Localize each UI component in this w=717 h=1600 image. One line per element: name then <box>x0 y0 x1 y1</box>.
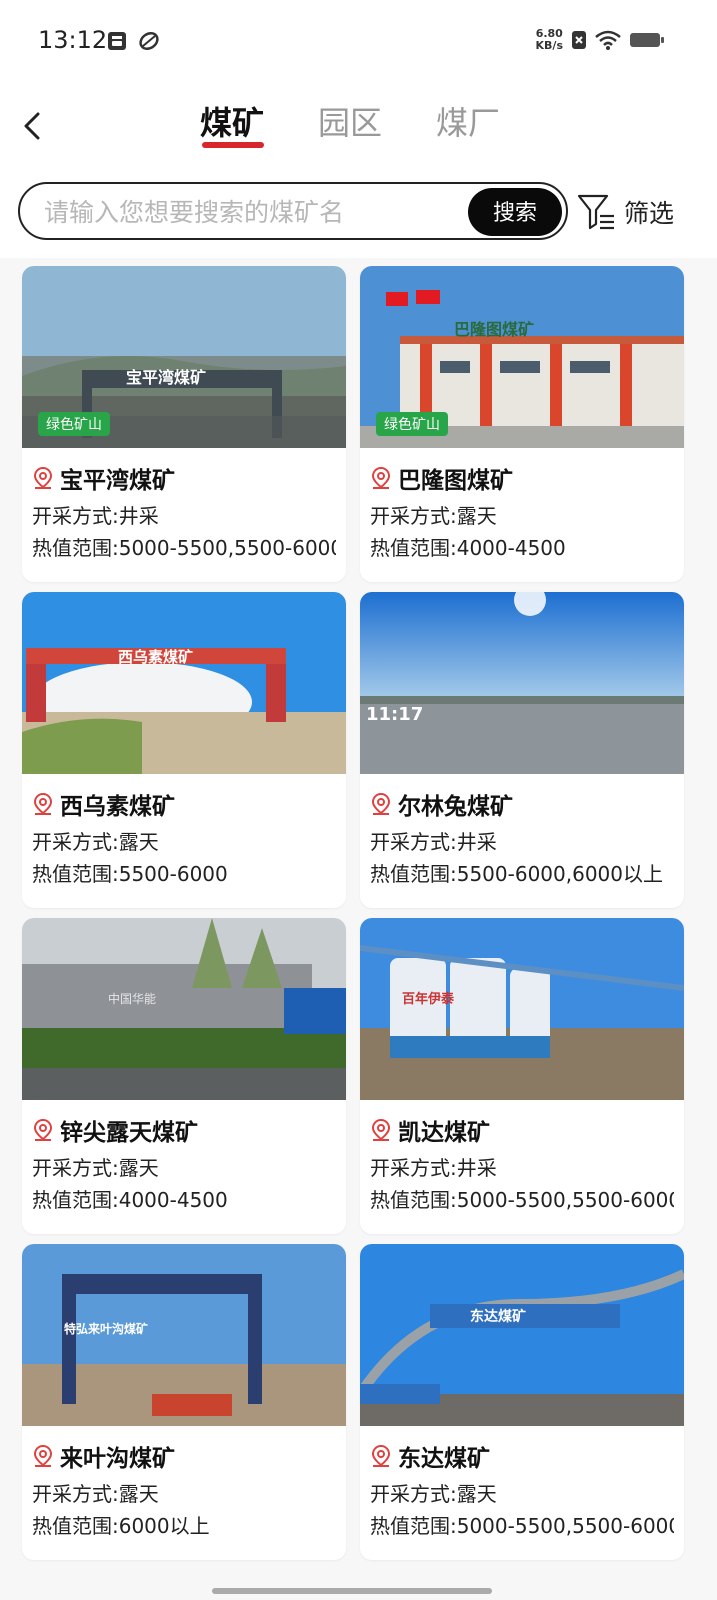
mine-name: 凯达煤矿 <box>398 1120 490 1146</box>
mine-name: 来叶沟煤矿 <box>60 1446 175 1472</box>
mine-card[interactable]: 中国华能 锌尖露天煤矿 开采方式:露天 热值范围:4000-4500 <box>22 918 346 1234</box>
filter-label: 筛选 <box>624 199 675 228</box>
mine-photo: 特弘来叶沟煤矿 <box>22 1244 346 1426</box>
status-time: 13:12 <box>38 26 108 54</box>
search-input[interactable] <box>42 190 466 234</box>
mine-card[interactable]: 特弘来叶沟煤矿 来叶沟煤矿 开采方式:露天 热值范围:6000以上 <box>22 1244 346 1560</box>
location-pin-icon <box>371 792 391 815</box>
search-button[interactable]: 搜索 <box>468 188 562 236</box>
home-indicator[interactable] <box>212 1588 492 1594</box>
heat-range: 热值范围:5000-5500,5500-6000 <box>32 536 336 560</box>
mine-photo: 11:17 <box>360 592 684 774</box>
sim-disabled-icon <box>572 31 586 49</box>
status-bar: 13:12 6.80 KB/s <box>0 0 717 80</box>
photo-sign-text: 宝平湾煤矿 <box>126 368 207 387</box>
network-speed: 6.80 KB/s <box>535 27 563 52</box>
heat-range: 热值范围:5500-6000 <box>32 862 228 886</box>
tab-coal-plant[interactable]: 煤厂 <box>436 98 500 148</box>
green-mine-badge: 绿色矿山 <box>376 412 448 436</box>
location-pin-icon <box>33 1118 53 1141</box>
photo-sign-text: 百年伊泰 <box>402 992 455 1007</box>
mine-photo: 西乌素煤矿 <box>22 592 346 774</box>
mine-card[interactable]: 巴隆图煤矿 绿色矿山 巴隆图煤矿 开采方式:露天 热值范围:4000-4500 <box>360 266 684 582</box>
location-pin-icon <box>33 792 53 815</box>
heat-range: 热值范围:6000以上 <box>32 1514 210 1538</box>
photo-timestamp: 11:17 <box>366 704 424 725</box>
mine-card-grid: 宝平湾煤矿 绿色矿山 宝平湾煤矿 开采方式:井采 热值范围:5000-5500,… <box>22 266 684 1560</box>
mining-method: 开采方式:露天 <box>32 1156 159 1180</box>
app-leaf-icon <box>139 32 159 50</box>
header: 煤矿 园区 煤厂 <box>0 80 717 170</box>
mine-card[interactable]: 东达煤矿 东达煤矿 开采方式:露天 热值范围:5000-5500,5500-60… <box>360 1244 684 1560</box>
heat-range: 热值范围:4000-4500 <box>370 536 566 560</box>
mine-name: 锌尖露天煤矿 <box>60 1120 198 1146</box>
mine-card[interactable]: 百年伊泰 凯达煤矿 开采方式:井采 热值范围:5000-5500,5500-60… <box>360 918 684 1234</box>
location-pin-icon <box>371 1444 391 1467</box>
mining-method: 开采方式:露天 <box>370 1482 497 1506</box>
photo-sign-text: 东达煤矿 <box>470 1309 526 1325</box>
mining-method: 开采方式:露天 <box>32 830 159 854</box>
status-notification-icons <box>106 30 160 52</box>
mine-photo: 宝平湾煤矿 绿色矿山 <box>22 266 346 448</box>
location-pin-icon <box>371 1118 391 1141</box>
mining-method: 开采方式:露天 <box>370 504 497 528</box>
wifi-icon <box>595 30 621 50</box>
green-mine-badge: 绿色矿山 <box>38 412 110 436</box>
mine-card[interactable]: 宝平湾煤矿 绿色矿山 宝平湾煤矿 开采方式:井采 热值范围:5000-5500,… <box>22 266 346 582</box>
mine-photo: 中国华能 <box>22 918 346 1100</box>
mine-photo: 百年伊泰 <box>360 918 684 1100</box>
message-icon <box>108 32 126 50</box>
tab-coal-mine[interactable]: 煤矿 <box>200 98 265 148</box>
mine-name: 尔林兔煤矿 <box>398 794 513 820</box>
mine-card[interactable]: 西乌素煤矿 西乌素煤矿 开采方式:露天 热值范围:5500-6000 <box>22 592 346 908</box>
photo-sign-text: 特弘来叶沟煤矿 <box>64 1322 149 1336</box>
mine-name: 巴隆图煤矿 <box>398 468 513 494</box>
mine-name: 宝平湾煤矿 <box>60 468 175 494</box>
search-box: 搜索 <box>18 182 568 240</box>
status-right-icons: 6.80 KB/s <box>536 28 665 52</box>
heat-range: 热值范围:4000-4500 <box>32 1188 228 1212</box>
photo-sign-text: 中国华能 <box>108 992 157 1006</box>
mining-method: 开采方式:露天 <box>32 1482 159 1506</box>
mining-method: 开采方式:井采 <box>370 1156 497 1180</box>
search-row: 搜索 筛选 <box>0 170 717 258</box>
filter-icon <box>577 194 614 230</box>
mine-name: 西乌素煤矿 <box>60 794 175 820</box>
photo-sign-text: 巴隆图煤矿 <box>454 320 535 339</box>
mine-photo: 巴隆图煤矿 绿色矿山 <box>360 266 684 448</box>
mine-photo: 东达煤矿 <box>360 1244 684 1426</box>
category-tabs: 煤矿 园区 煤厂 <box>200 98 500 148</box>
location-pin-icon <box>371 466 391 489</box>
heat-range: 热值范围:5500-6000,6000以上 <box>370 862 664 886</box>
mine-card[interactable]: 11:17 尔林兔煤矿 开采方式:井采 热值范围:5500-6000,6000以… <box>360 592 684 908</box>
heat-range: 热值范围:5000-5500,5500-6000 <box>370 1514 674 1538</box>
mine-name: 东达煤矿 <box>398 1446 490 1472</box>
battery-icon <box>630 33 664 47</box>
mining-method: 开采方式:井采 <box>370 830 497 854</box>
mining-method: 开采方式:井采 <box>32 504 159 528</box>
heat-range: 热值范围:5000-5500,5500-6000 <box>370 1188 674 1212</box>
tab-park[interactable]: 园区 <box>318 98 382 148</box>
back-arrow-icon[interactable] <box>14 106 54 146</box>
location-pin-icon <box>33 1444 53 1467</box>
photo-sign-text: 西乌素煤矿 <box>118 648 194 666</box>
location-pin-icon <box>33 466 53 489</box>
filter-button[interactable]: 筛选 <box>576 192 674 232</box>
